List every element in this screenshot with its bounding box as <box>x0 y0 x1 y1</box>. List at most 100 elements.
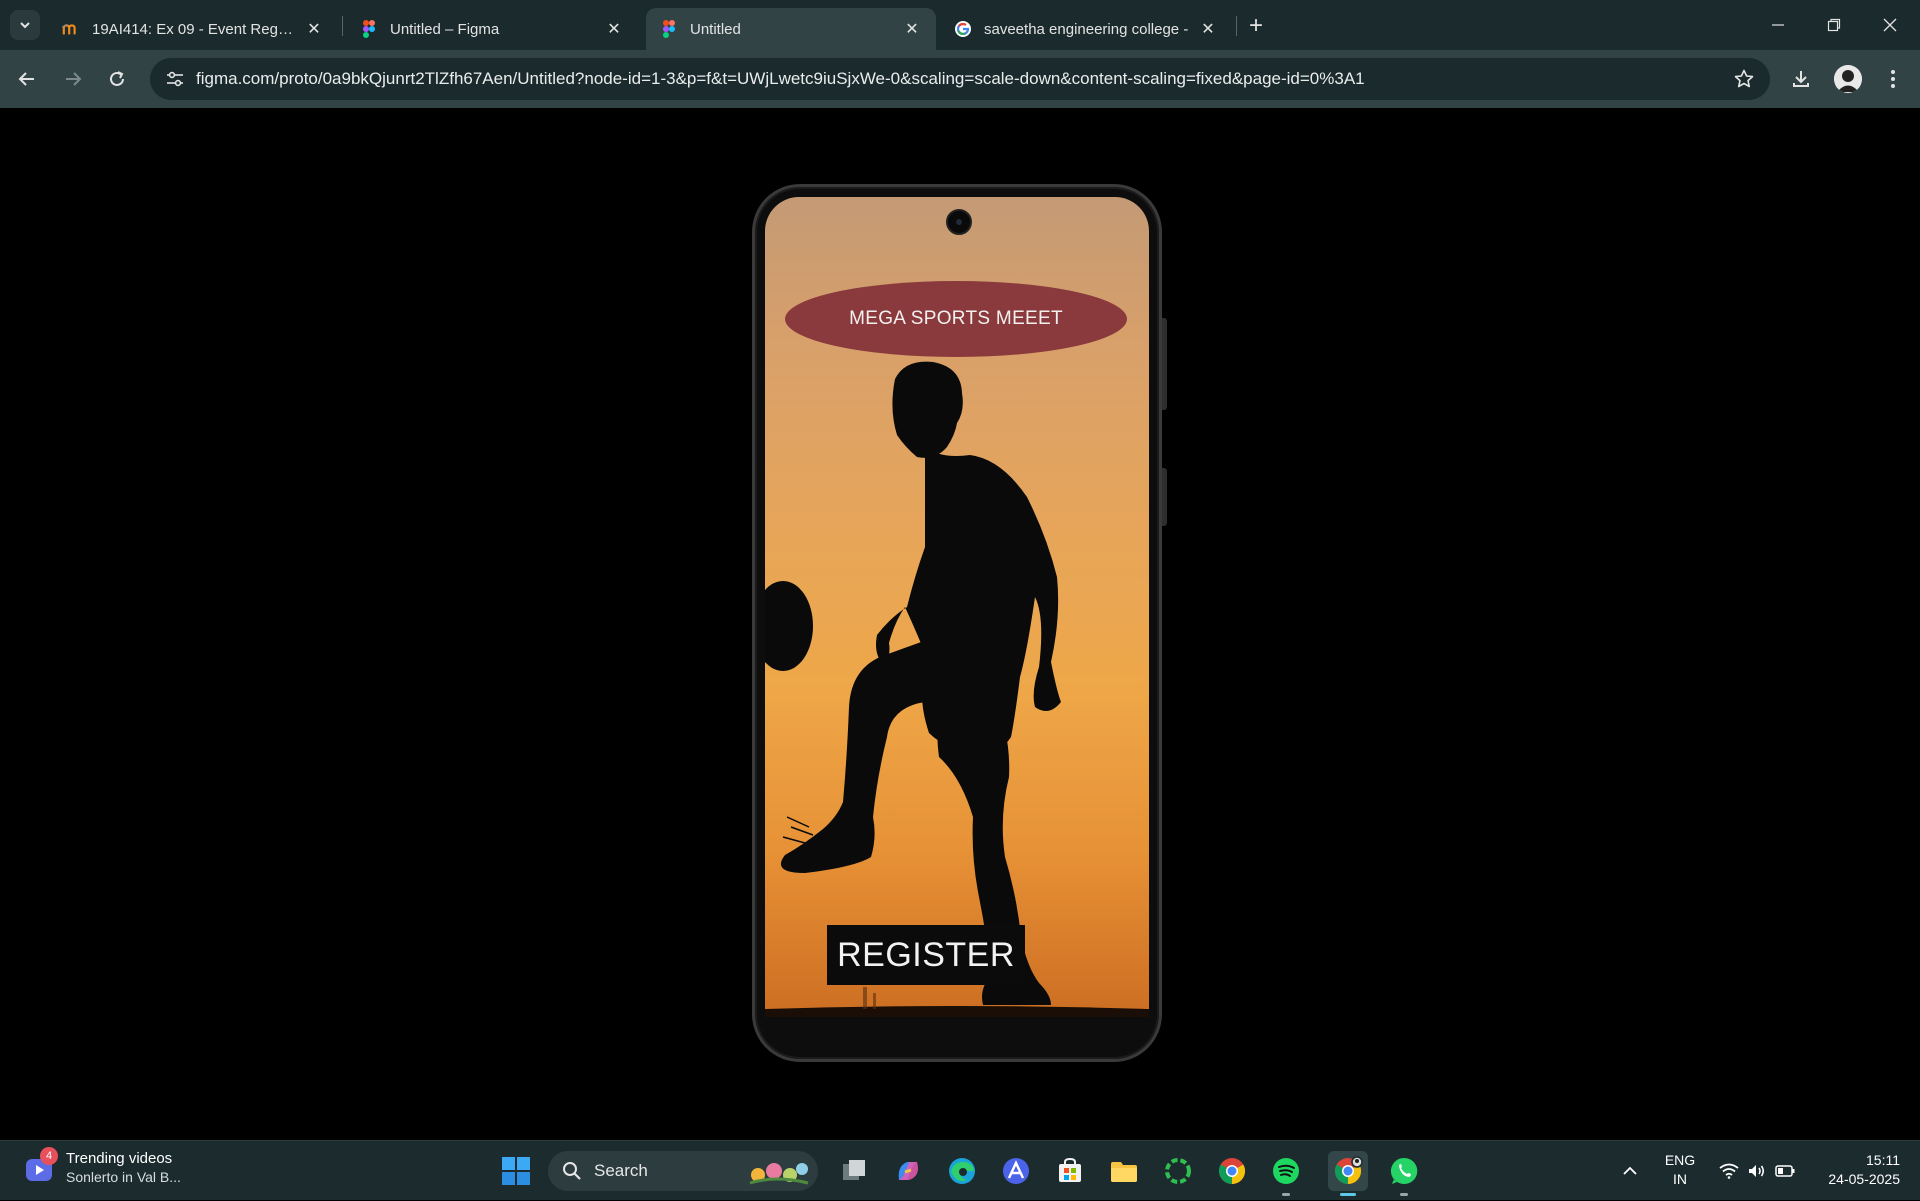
notification-badge: 4 <box>40 1147 58 1165</box>
minimize-button[interactable] <box>1750 0 1806 50</box>
tab-title: 19AI414: Ex 09 - Event Registrat <box>92 20 296 38</box>
forward-button[interactable] <box>56 62 90 96</box>
close-window-button[interactable] <box>1862 0 1918 50</box>
copilot-icon <box>898 1162 918 1180</box>
chrome-profile-button[interactable] <box>1328 1151 1368 1196</box>
spotify-button[interactable] <box>1266 1151 1306 1196</box>
store-button[interactable] <box>1050 1151 1090 1191</box>
restore-icon <box>1827 18 1841 32</box>
search-label: Search <box>594 1161 648 1180</box>
close-icon[interactable]: ✕ <box>604 19 624 39</box>
file-explorer-button[interactable] <box>1104 1151 1144 1191</box>
tab-title: saveetha engineering college - <box>984 20 1189 38</box>
restore-button[interactable] <box>1806 0 1862 50</box>
arrow-left-icon <box>18 72 34 86</box>
register-label: REGISTER <box>837 935 1015 974</box>
figma-icon <box>660 20 678 38</box>
whatsapp-icon <box>1390 1157 1418 1184</box>
taskbar-search[interactable]: Search <box>548 1151 818 1191</box>
copilot-button[interactable] <box>888 1151 928 1191</box>
phone-volume-button <box>1162 318 1167 410</box>
reload-icon <box>110 71 124 86</box>
chrome-icon <box>1218 1158 1246 1185</box>
store-icon <box>1059 1157 1081 1182</box>
back-button[interactable] <box>10 62 44 96</box>
close-icon[interactable]: ✕ <box>1198 19 1218 39</box>
url-text[interactable]: figma.com/proto/0a9bkQjunrt2TlZfh67Aen/U… <box>196 69 1365 89</box>
chevron-up-icon <box>1623 1166 1637 1175</box>
speaker-icon <box>1749 1165 1765 1177</box>
profile-avatar[interactable] <box>1834 65 1862 93</box>
tab-title: Untitled – Figma <box>390 20 500 38</box>
chrome-button[interactable] <box>1212 1151 1252 1191</box>
battery-status[interactable] <box>1772 1141 1798 1201</box>
language-indicator[interactable]: ENG IN <box>1652 1151 1708 1189</box>
clock-date: 24-05-2025 <box>1828 1171 1900 1187</box>
language-line2: IN <box>1673 1171 1687 1187</box>
widget-title: Trending videos <box>66 1150 173 1167</box>
google-icon <box>954 20 972 38</box>
windows-start-button[interactable] <box>496 1151 536 1191</box>
show-hidden-icons-button[interactable] <box>1616 1141 1644 1201</box>
active-indicator <box>1340 1193 1356 1196</box>
tab-moodle[interactable]: 19AI414: Ex 09 - Event Registrat ✕ <box>48 8 338 50</box>
phone-power-button <box>1162 468 1167 526</box>
widget-subtitle: Sonlerto in Val B... <box>66 1169 181 1185</box>
event-title: MEGA SPORTS MEEET <box>849 308 1063 329</box>
site-info-icon[interactable] <box>160 64 190 94</box>
front-camera <box>946 209 972 235</box>
folder-icon <box>1111 1162 1137 1182</box>
address-bar[interactable]: figma.com/proto/0a9bkQjunrt2TlZfh67Aen/U… <box>150 58 1770 100</box>
running-indicator <box>1282 1193 1290 1196</box>
browser-tab-strip: 19AI414: Ex 09 - Event Registrat ✕ Untit… <box>0 0 1920 50</box>
arrow-right-icon <box>66 72 82 86</box>
register-button[interactable]: REGISTER <box>827 925 1025 985</box>
volume-status[interactable] <box>1744 1141 1770 1201</box>
figma-icon <box>360 20 378 38</box>
wifi-status[interactable] <box>1716 1141 1742 1201</box>
download-icon <box>1793 71 1809 87</box>
video-widget-icon: 4 <box>22 1147 58 1185</box>
widgets-button[interactable]: 4 Trending videos Sonlerto in Val B... <box>22 1147 181 1187</box>
downloads-button[interactable] <box>1784 62 1818 96</box>
minimize-icon <box>1772 24 1784 26</box>
ring-app-icon <box>1165 1158 1191 1184</box>
bookmark-star-icon[interactable] <box>1732 67 1756 91</box>
browser-toolbar: figma.com/proto/0a9bkQjunrt2TlZfh67Aen/U… <box>0 50 1920 108</box>
browser-menu-button[interactable] <box>1876 62 1910 96</box>
phone-screen: MEGA SPORTS MEEET REGISTER <box>765 197 1149 1017</box>
battery-icon <box>1775 1165 1795 1177</box>
event-title-ellipse: MEGA SPORTS MEEET <box>785 281 1127 357</box>
moodle-icon <box>62 20 80 38</box>
reload-button[interactable] <box>100 62 134 96</box>
a-app-icon <box>1003 1158 1029 1184</box>
tab-google-search[interactable]: saveetha engineering college - ✕ <box>940 8 1232 50</box>
ring-app-button[interactable] <box>1158 1151 1198 1191</box>
edge-button[interactable] <box>942 1151 982 1191</box>
windows-taskbar: 4 Trending videos Sonlerto in Val B... S… <box>0 1140 1920 1200</box>
tab-untitled-active[interactable]: Untitled ✕ <box>646 8 936 50</box>
search-highlight-flowers-icon <box>749 1163 809 1185</box>
new-tab-button[interactable]: + <box>1242 12 1270 40</box>
a-app-button[interactable] <box>996 1151 1036 1191</box>
edge-icon <box>949 1158 975 1184</box>
close-icon[interactable]: ✕ <box>902 19 922 39</box>
chevron-down-icon <box>20 22 30 29</box>
search-icon <box>563 1162 581 1180</box>
clock-time: 15:11 <box>1866 1152 1900 1168</box>
more-vertical-icon <box>1891 70 1895 88</box>
task-view-icon <box>843 1160 865 1180</box>
tab-search-button[interactable] <box>10 10 40 40</box>
plus-icon: + <box>1248 12 1263 39</box>
chrome-profile-icon <box>1334 1156 1363 1185</box>
whatsapp-button[interactable] <box>1384 1151 1424 1196</box>
close-icon <box>1883 18 1897 32</box>
running-indicator <box>1400 1193 1408 1196</box>
taskbar-clock[interactable]: 15:11 24-05-2025 <box>1800 1151 1900 1189</box>
tab-figma-untitled[interactable]: Untitled – Figma ✕ <box>346 8 638 50</box>
spotify-icon <box>1273 1158 1299 1184</box>
tab-separator <box>1236 16 1237 36</box>
task-view-button[interactable] <box>834 1151 874 1191</box>
close-icon[interactable]: ✕ <box>304 19 324 39</box>
wifi-icon <box>1719 1163 1739 1179</box>
